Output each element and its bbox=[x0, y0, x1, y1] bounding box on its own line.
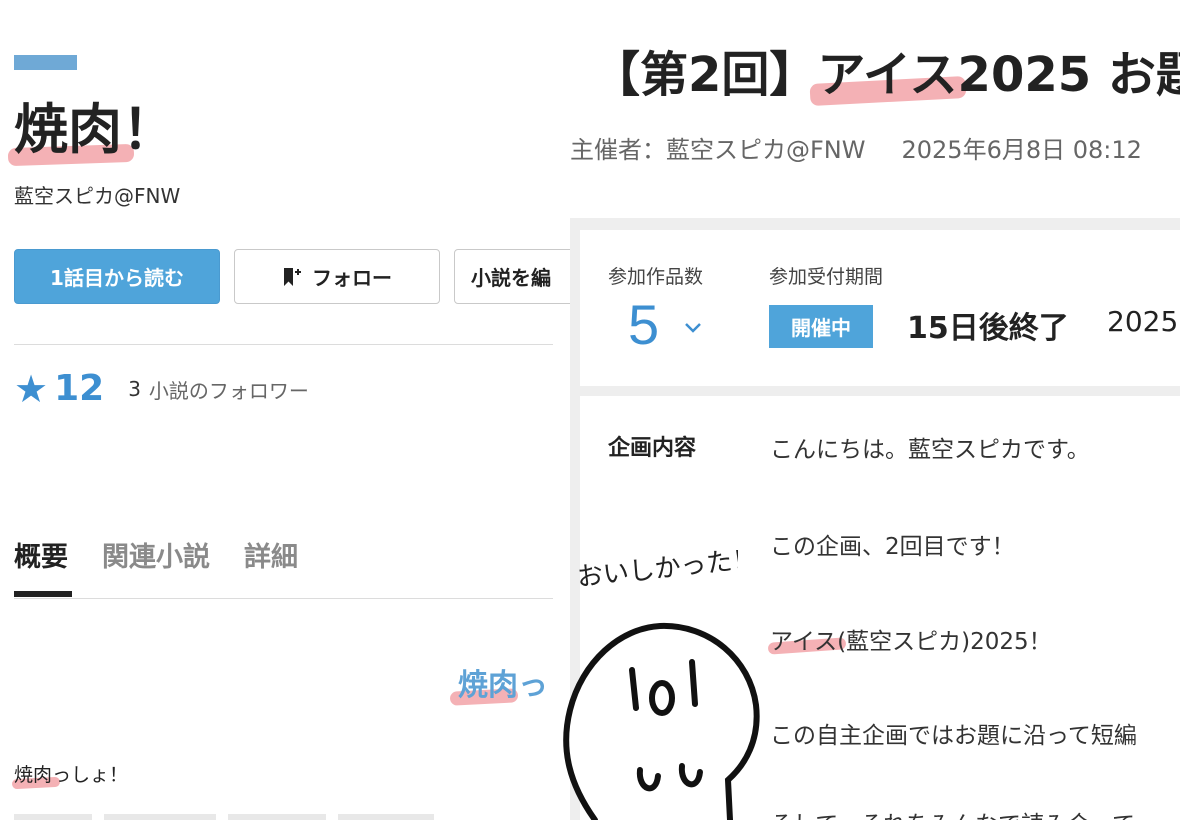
active-tab-indicator bbox=[14, 591, 72, 597]
tag-chip[interactable] bbox=[338, 814, 434, 820]
entries-count[interactable]: 5 bbox=[628, 290, 659, 360]
chevron-down-icon[interactable] bbox=[682, 316, 704, 338]
edit-novel-button[interactable]: 小説を編 bbox=[454, 249, 574, 304]
catchphrase: 焼肉っ bbox=[458, 668, 548, 703]
period-label: 参加受付期間 bbox=[769, 266, 884, 288]
novel-tabs: 概要 関連小説 詳細 bbox=[14, 535, 332, 574]
entries-label: 参加作品数 bbox=[608, 266, 704, 288]
novel-panel: 焼肉！ 藍空スピカ@FNW 1話目から読む フォロー 小説を編 ★ 12 3 小… bbox=[0, 0, 574, 820]
tag-chip[interactable] bbox=[104, 814, 216, 820]
tag-chip[interactable] bbox=[14, 814, 92, 820]
handwritten-caption: おいしかった！ bbox=[576, 544, 760, 593]
content-line: この企画、2回目です！ bbox=[770, 534, 1015, 560]
novel-summary: 焼肉っしょ！ bbox=[14, 764, 129, 786]
tag-chip[interactable] bbox=[228, 814, 326, 820]
event-meta: 主催者：藍空スピカ@FNW 2025年6月8日 08:12 bbox=[570, 130, 1142, 165]
doodle-caption: おいしかった！ bbox=[576, 544, 760, 606]
tab-overview[interactable]: 概要 bbox=[14, 535, 68, 574]
content-line: そして、それをみんなで読み合って bbox=[770, 805, 1135, 820]
follow-label: フォロー bbox=[312, 266, 392, 290]
follow-button[interactable]: フォロー bbox=[234, 249, 440, 304]
content-line: こんにちは。藍空スピカです。 bbox=[770, 437, 1090, 463]
novel-author[interactable]: 藍空スピカ@FNW bbox=[14, 180, 180, 209]
rating-row: ★ 12 3 小説のフォロワー bbox=[14, 365, 309, 413]
event-datetime: 2025年6月8日 08:12 bbox=[901, 136, 1142, 164]
follower-count: 3 bbox=[128, 377, 141, 401]
tab-related-novels[interactable]: 関連小説 bbox=[102, 535, 210, 574]
read-first-episode-button[interactable]: 1話目から読む bbox=[14, 249, 220, 304]
period-remaining: 15日後終了 bbox=[907, 311, 1069, 346]
event-organizer[interactable]: 主催者：藍空スピカ@FNW bbox=[570, 136, 866, 164]
tab-details[interactable]: 詳細 bbox=[244, 535, 298, 574]
bookmark-plus-icon bbox=[284, 267, 301, 286]
content-line: この自主企画ではお題に沿って短編 bbox=[770, 723, 1137, 749]
star-count[interactable]: 12 bbox=[54, 365, 104, 413]
smiley-doodle-icon bbox=[563, 622, 760, 820]
content-line: アイス(藍空スピカ)2025！ bbox=[770, 629, 1052, 655]
svg-text:おいしかった！: おいしかった！ bbox=[578, 550, 738, 593]
follower-label: 小説のフォロワー bbox=[148, 378, 309, 403]
star-icon: ★ bbox=[14, 367, 49, 411]
divider bbox=[14, 344, 553, 345]
content-label: 企画内容 bbox=[608, 436, 697, 461]
event-title: 【第2回】アイス2025 お題 bbox=[592, 47, 1180, 103]
stats-card bbox=[580, 230, 1180, 386]
novel-title: 焼肉！ bbox=[14, 98, 176, 161]
edit-novel-label: 小説を編 bbox=[471, 266, 551, 290]
read-first-label: 1話目から読む bbox=[50, 266, 184, 290]
tabs-divider bbox=[14, 598, 553, 599]
period-start: 2025 bbox=[1107, 305, 1179, 338]
title-accent-bar bbox=[14, 55, 77, 70]
status-badge: 開催中 bbox=[769, 305, 873, 348]
